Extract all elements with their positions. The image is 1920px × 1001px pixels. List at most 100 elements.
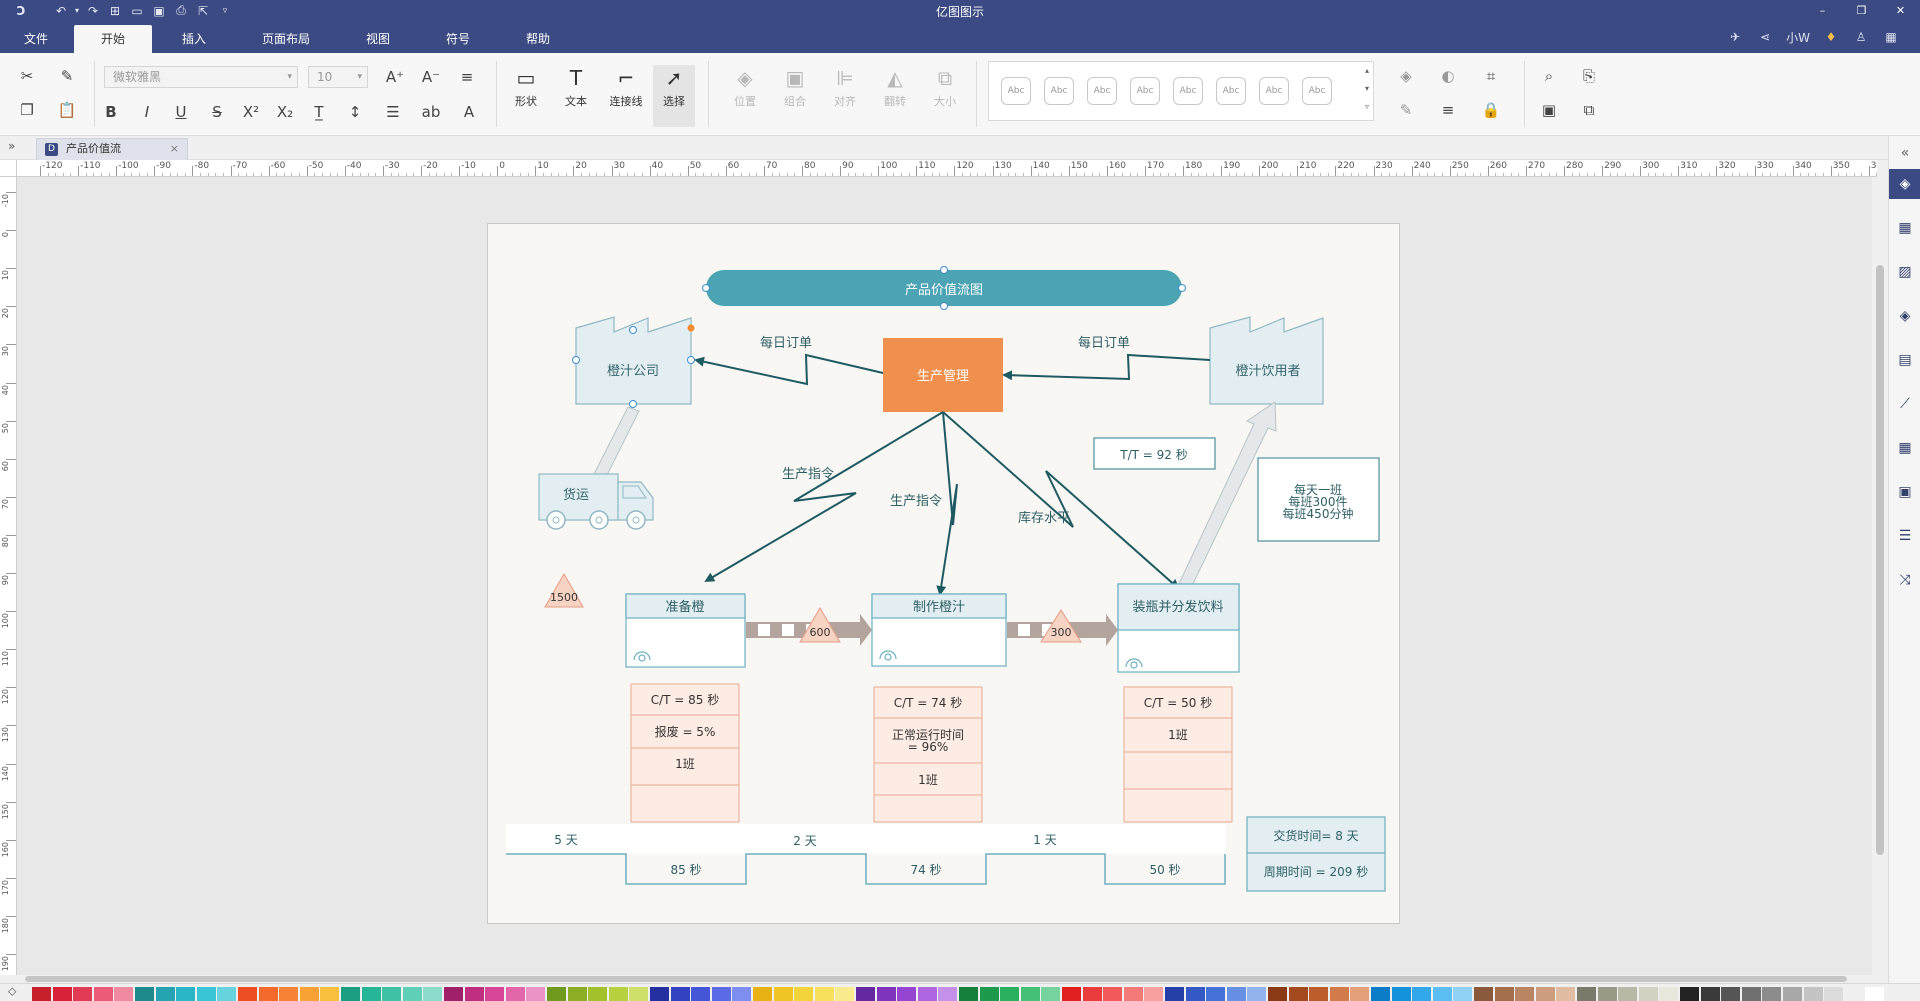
color-swatch[interactable]: [1762, 987, 1782, 1001]
color-swatch[interactable]: [650, 987, 669, 1001]
export-icon[interactable]: ⇱: [192, 2, 214, 19]
data-box[interactable]: C/T = 50 秒 1班: [1123, 686, 1233, 823]
font-color-icon[interactable]: A: [458, 101, 480, 123]
customize-toolbar-icon[interactable]: ▿: [214, 2, 236, 19]
style-sample[interactable]: Abc: [1044, 77, 1074, 105]
tab-insert[interactable]: 插入: [166, 25, 222, 53]
color-swatch[interactable]: [1082, 987, 1102, 1001]
color-swatch[interactable]: [856, 987, 875, 1001]
color-swatch[interactable]: [196, 987, 216, 1001]
user-name[interactable]: 小W: [1786, 29, 1810, 46]
title-banner[interactable]: 产品价值流图: [702, 266, 1186, 310]
color-swatch[interactable]: [1597, 987, 1617, 1001]
shape-ops-icon[interactable]: ⧉: [1578, 99, 1600, 121]
production-control-box[interactable]: 生产管理: [883, 338, 1003, 412]
shuffle-icon[interactable]: ⤨: [1889, 565, 1920, 595]
color-swatch[interactable]: [1494, 987, 1514, 1001]
apps-grid-icon[interactable]: ▦: [1882, 30, 1900, 44]
color-swatch[interactable]: [1659, 987, 1679, 1001]
color-swatch[interactable]: [114, 987, 134, 1001]
color-swatch[interactable]: [938, 987, 958, 1001]
color-swatch[interactable]: [1865, 987, 1885, 1001]
shadow-icon[interactable]: ◐: [1437, 65, 1459, 87]
strikethrough-icon[interactable]: S: [206, 101, 228, 123]
color-swatch[interactable]: [629, 987, 649, 1001]
timeline-ladder[interactable]: [506, 853, 1226, 885]
chart-icon[interactable]: ⟋: [1889, 389, 1920, 419]
color-swatch[interactable]: [444, 987, 463, 1001]
color-swatch[interactable]: [814, 987, 834, 1001]
group-button[interactable]: ▣ 组合: [774, 65, 816, 127]
color-swatch[interactable]: [1803, 987, 1823, 1001]
scroll-thumb[interactable]: [25, 976, 1847, 982]
color-swatch[interactable]: [1556, 987, 1576, 1001]
color-swatch[interactable]: [794, 987, 814, 1001]
color-swatch[interactable]: [897, 987, 917, 1001]
color-swatch[interactable]: [485, 987, 505, 1001]
fill-style-icon[interactable]: ◈: [1889, 169, 1920, 199]
color-swatch[interactable]: [505, 987, 525, 1001]
inventory-triangle[interactable]: 1500: [544, 572, 584, 608]
data-box[interactable]: C/T = 74 秒 正常运行时间 = 96% 1班: [873, 686, 983, 823]
select-button[interactable]: ➚ 选择: [653, 65, 695, 127]
process-box[interactable]: 装瓶并分发饮料: [1117, 583, 1240, 673]
shift-info-box[interactable]: 每天一班 每班300件 每班450分钟: [1257, 457, 1380, 542]
color-swatch[interactable]: [1329, 987, 1349, 1001]
minimize-icon[interactable]: –: [1803, 0, 1842, 21]
color-swatch[interactable]: [93, 987, 113, 1001]
daily-order-flow[interactable]: [694, 353, 884, 386]
color-swatch[interactable]: [732, 987, 752, 1001]
color-swatch[interactable]: [1453, 987, 1473, 1001]
color-swatch[interactable]: [1391, 987, 1411, 1001]
color-swatch[interactable]: [1062, 987, 1081, 1001]
save-icon[interactable]: ▣: [148, 2, 170, 19]
skin-icon[interactable]: ♙: [1852, 30, 1870, 44]
bullet-list-icon[interactable]: ☰: [382, 101, 404, 123]
paste-icon[interactable]: 📋: [56, 99, 78, 121]
crop-icon[interactable]: ⌗: [1480, 65, 1502, 87]
style-sample[interactable]: Abc: [1259, 77, 1289, 105]
presentation-icon[interactable]: ▣: [1889, 477, 1920, 507]
color-swatch[interactable]: [1103, 987, 1123, 1001]
truck-icon[interactable]: 货运: [538, 473, 654, 530]
color-swatch[interactable]: [1000, 987, 1020, 1001]
print-icon[interactable]: ⎙: [170, 2, 192, 19]
close-tab-icon[interactable]: ×: [170, 139, 179, 159]
data-box[interactable]: C/T = 85 秒 报废 = 5% 1班: [630, 683, 740, 823]
color-swatch[interactable]: [1721, 987, 1741, 1001]
color-swatch[interactable]: [547, 987, 566, 1001]
gallery-more-icon[interactable]: ▿: [1365, 102, 1369, 111]
align-text-icon[interactable]: ≡: [456, 66, 478, 88]
align-button[interactable]: ⊫ 对齐: [824, 65, 866, 127]
color-swatch[interactable]: [1288, 987, 1308, 1001]
tab-home[interactable]: 开始: [74, 25, 152, 53]
color-swatch[interactable]: [341, 987, 360, 1001]
customer-factory[interactable]: 橙汁饮用者: [1209, 316, 1324, 405]
scroll-thumb[interactable]: [1876, 265, 1884, 855]
color-swatch[interactable]: [917, 987, 937, 1001]
text-case-icon[interactable]: ab: [420, 101, 442, 123]
color-swatch[interactable]: [691, 987, 711, 1001]
redo-icon[interactable]: ↷: [82, 2, 104, 19]
color-swatch[interactable]: [1700, 987, 1720, 1001]
tab-help[interactable]: 帮助: [510, 25, 566, 53]
line-style-icon[interactable]: ≡: [1437, 99, 1459, 121]
color-swatch[interactable]: [1535, 987, 1555, 1001]
tab-file[interactable]: 文件: [8, 25, 64, 53]
instruction-flow[interactable]: [936, 411, 958, 596]
color-swatch[interactable]: [608, 987, 628, 1001]
style-sample[interactable]: Abc: [1302, 77, 1332, 105]
send-icon[interactable]: ✈: [1726, 30, 1744, 44]
color-swatch[interactable]: [1206, 987, 1226, 1001]
color-swatch[interactable]: [1741, 987, 1761, 1001]
select-all-icon[interactable]: ▣: [1538, 99, 1560, 121]
bold-icon[interactable]: B: [100, 101, 122, 123]
color-swatch[interactable]: [1165, 987, 1184, 1001]
tab-page-layout[interactable]: 页面布局: [248, 25, 324, 53]
color-swatch[interactable]: [1680, 987, 1699, 1001]
color-swatch[interactable]: [526, 987, 546, 1001]
color-swatch[interactable]: [1844, 987, 1864, 1001]
color-swatch[interactable]: [1474, 987, 1493, 1001]
color-swatch[interactable]: [1412, 987, 1432, 1001]
document-tab[interactable]: D 产品价值流 ×: [36, 138, 188, 160]
